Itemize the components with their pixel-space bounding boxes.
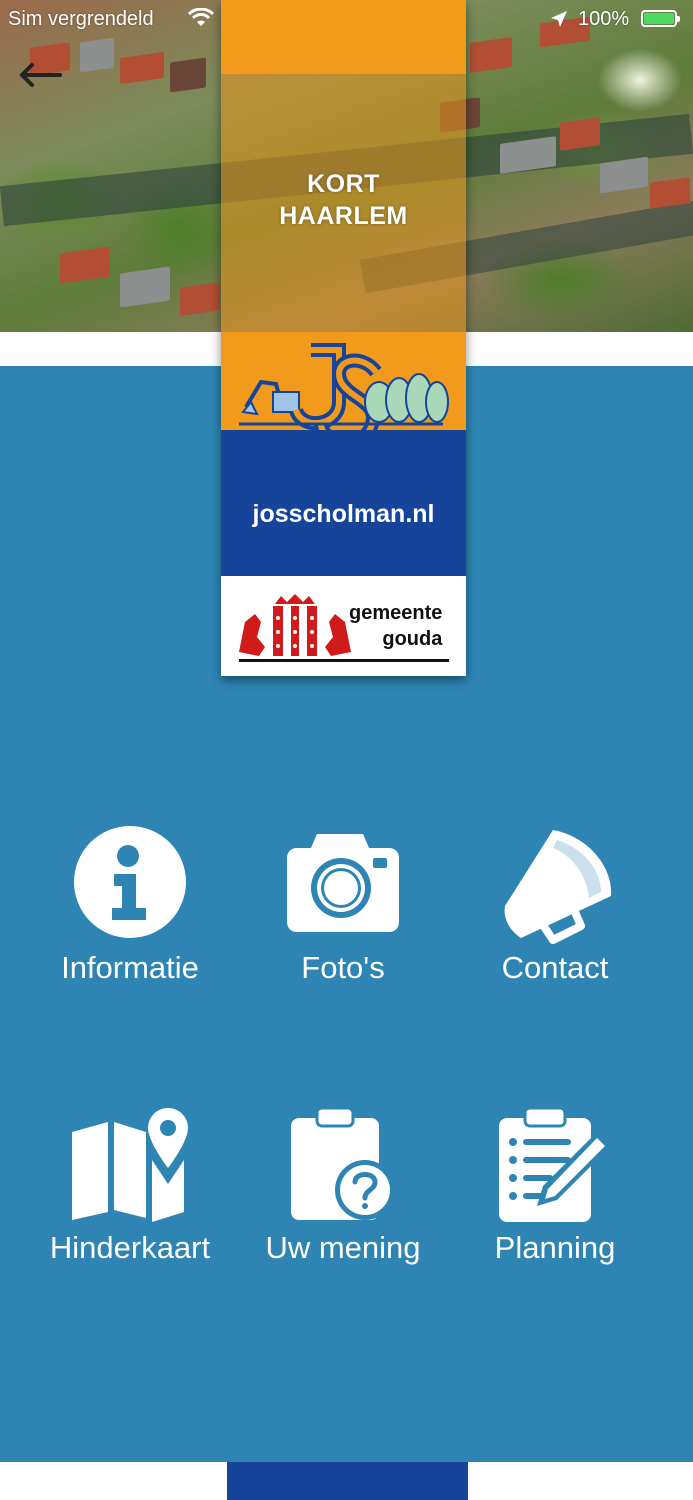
menu-label-planning: Planning bbox=[494, 1230, 616, 1265]
project-banner: KORT HAARLEM josscholman.nl gemeente gou… bbox=[221, 0, 466, 676]
gouda-text: gouda bbox=[382, 628, 443, 650]
banner-title-line2: HAARLEM bbox=[279, 202, 408, 230]
website-link[interactable]: josscholman.nl bbox=[221, 500, 466, 529]
battery-percent: 100% bbox=[578, 8, 630, 30]
menu-item-hinderkaart[interactable]: Hinderkaart bbox=[15, 1106, 245, 1306]
menu-item-planning[interactable]: Planning bbox=[440, 1106, 670, 1306]
bottom-tab-indicator[interactable] bbox=[227, 1462, 468, 1500]
clipboard-question-icon bbox=[291, 1106, 395, 1220]
battery-icon bbox=[641, 10, 680, 27]
camera-icon bbox=[287, 834, 399, 932]
menu-label-uw-mening: Uw mening bbox=[265, 1230, 421, 1265]
jos-scholman-logo bbox=[221, 332, 466, 449]
gemeente-text: gemeente bbox=[349, 602, 443, 624]
menu-label-fotos: Foto's bbox=[301, 950, 385, 985]
menu-label-contact: Contact bbox=[501, 950, 609, 985]
banner-title: KORT HAARLEM bbox=[221, 168, 466, 232]
menu-item-fotos[interactable]: Foto's bbox=[228, 826, 458, 1026]
menu-item-informatie[interactable]: Informatie bbox=[15, 826, 245, 1026]
banner-title-line1: KORT bbox=[307, 170, 380, 198]
menu-item-contact[interactable]: Contact bbox=[440, 826, 670, 1026]
gemeente-gouda-text: gemeente gouda bbox=[349, 600, 442, 652]
megaphone-icon bbox=[504, 830, 612, 944]
map-icon bbox=[72, 1108, 188, 1222]
clipboard-edit-icon bbox=[499, 1106, 611, 1222]
info-icon bbox=[74, 826, 186, 938]
menu-label-informatie: Informatie bbox=[61, 950, 199, 985]
banner-top bbox=[221, 0, 466, 74]
menu-item-uw-mening[interactable]: Uw mening bbox=[228, 1106, 458, 1306]
bottom-bar bbox=[0, 1462, 693, 1500]
gouda-rule bbox=[239, 659, 449, 662]
location-arrow-icon bbox=[551, 11, 567, 27]
gemeente-gouda-logo: gemeente gouda bbox=[221, 576, 466, 676]
back-arrow-icon[interactable] bbox=[16, 60, 62, 90]
menu-label-hinderkaart: Hinderkaart bbox=[49, 1230, 211, 1265]
